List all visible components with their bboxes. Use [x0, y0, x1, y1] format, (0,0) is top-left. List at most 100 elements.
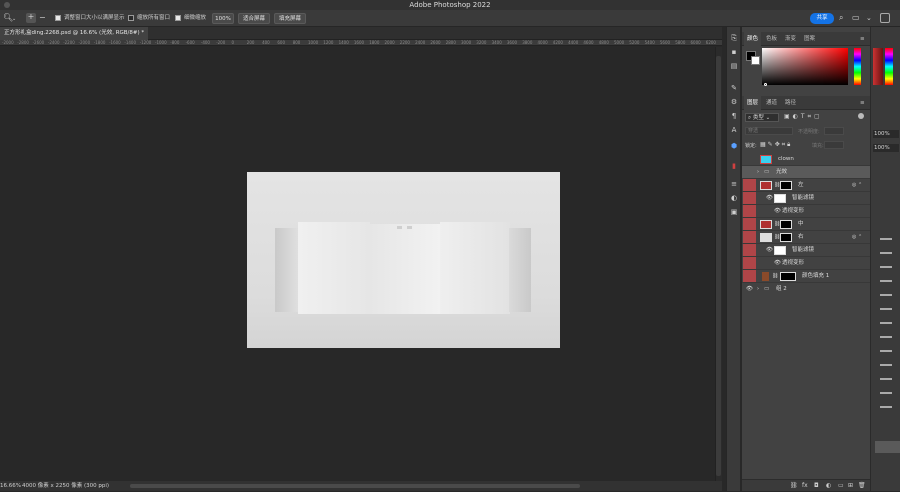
hue-slider-secondary[interactable] — [885, 48, 893, 85]
zoom-100-button[interactable]: 100% — [212, 13, 234, 24]
chevron-down-icon[interactable]: ⌄ — [866, 14, 872, 22]
tab-paths[interactable]: 路径 — [785, 96, 796, 110]
checkbox[interactable] — [175, 14, 181, 21]
eye-icon[interactable]: 👁︎ — [766, 244, 773, 257]
tab-layers[interactable]: 图层 — [744, 96, 762, 110]
new-group-icon[interactable]: ▭ — [838, 480, 844, 492]
libraries-icon[interactable]: ▤ — [729, 61, 739, 71]
delete-layer-icon[interactable]: 🗑︎ — [858, 480, 866, 492]
window-control-icon[interactable] — [4, 2, 10, 8]
adjustment-layer-icon[interactable]: ◐ — [826, 480, 831, 492]
document-canvas[interactable] — [247, 172, 560, 348]
layer-row[interactable]: 👁︎ 透视变形 — [742, 257, 870, 270]
vertical-scroll-thumb[interactable] — [716, 56, 721, 476]
folder-icon: ▭ — [764, 169, 770, 175]
folder-icon: ▭ — [764, 286, 770, 292]
scrubby-zoom-option[interactable]: 细微缩放 — [175, 14, 206, 23]
chevron-down-icon[interactable]: ⌄ — [12, 15, 16, 23]
adjustments-icon[interactable]: ◐ — [729, 193, 739, 203]
chevron-right-icon[interactable]: › — [757, 283, 759, 296]
zoom-all-windows-option[interactable]: 缩放所有窗口 — [128, 14, 170, 23]
ruler-tick-label: 5800 — [675, 40, 686, 45]
hue-slider[interactable] — [854, 48, 861, 85]
layers-panel-footer: ⛓ fx ◘ ◐ ▭ ⊞ 🗑︎ — [742, 479, 870, 491]
ruler-tick-label: 400 — [262, 40, 270, 45]
document-tab[interactable]: 正方形礼盒ding.2268.psd @ 16.6% (光效, RGB/8#) … — [0, 27, 149, 40]
ruler-tick-label: -800 — [170, 40, 180, 45]
horizontal-scroll-thumb[interactable] — [130, 484, 580, 488]
tab-channels[interactable]: 通道 — [766, 96, 777, 110]
fx-icon[interactable]: fx — [802, 480, 808, 492]
search-icon[interactable]: ⌕ — [839, 14, 843, 22]
eye-icon[interactable]: 👁︎ — [766, 192, 773, 205]
ruler-tick-label: 1800 — [369, 40, 380, 45]
tab-patterns[interactable]: 图案 — [804, 32, 815, 46]
filter-toggle-icon[interactable] — [858, 113, 864, 119]
background-color-swatch[interactable] — [751, 56, 760, 65]
fit-screen-button[interactable]: 适合屏幕 — [238, 13, 270, 24]
layer-filter-kind[interactable]: ⌕ 类型 ⌄ — [745, 113, 779, 122]
lock-icons[interactable]: ▦✎✥⌗🔒︎ — [760, 141, 792, 149]
ruler-tick-label: -2600 — [32, 40, 45, 45]
effects-icon[interactable]: ◎ ⌃ — [852, 179, 862, 192]
workspace-icon[interactable]: ▭ — [852, 14, 860, 22]
checkbox[interactable] — [55, 14, 61, 21]
settings-icon[interactable]: ⚙ — [729, 97, 739, 107]
tab-gradients[interactable]: 渐变 — [785, 32, 796, 46]
eye-icon[interactable]: 👁︎ — [774, 205, 781, 218]
cube-icon[interactable]: ⬢ — [729, 141, 739, 151]
tab-swatches[interactable]: 色板 — [766, 32, 777, 46]
layer-row[interactable]: › ▭ 光效 — [742, 166, 870, 179]
layer-row[interactable]: ⛓ 中 — [742, 218, 870, 231]
layer-filter-icons[interactable]: ▣◐T⌗▢ — [784, 113, 823, 121]
layer-row[interactable]: 👁︎ › ▭ 组 2 — [742, 283, 870, 296]
layer-row[interactable]: 👁︎ 透视变形 — [742, 205, 870, 218]
ruler-tick-label: 2600 — [430, 40, 441, 45]
character-icon[interactable]: A — [729, 125, 739, 135]
color-field-secondary[interactable] — [873, 48, 883, 85]
history-icon[interactable]: ⎘ — [729, 33, 739, 43]
ruler-tick-label: 1600 — [353, 40, 365, 45]
share-button[interactable]: 共享 — [810, 13, 834, 24]
color-field[interactable] — [762, 48, 848, 85]
menu-icon[interactable]: ≡ — [860, 32, 865, 46]
opacity-input[interactable] — [824, 127, 844, 135]
menu-icon[interactable]: ≡ — [860, 96, 865, 110]
tab-color[interactable]: 颜色 — [744, 32, 762, 46]
new-layer-icon[interactable]: ⊞ — [848, 480, 853, 492]
effects-icon[interactable]: ◎ ⌃ — [852, 231, 862, 244]
add-mask-icon[interactable]: ◘ — [814, 480, 819, 492]
resize-windows-option[interactable]: 调整窗口大小以满屏显示 — [55, 14, 125, 23]
image-icon[interactable]: ▣ — [729, 207, 739, 217]
panel-column: 颜色 色板 渐变 图案 ≡ 图层 通道 路径 ≡ ⌕ 类型 ⌄ ▣◐T⌗▢ 穿透… — [742, 27, 870, 491]
zoom-percent-field[interactable]: 100% — [873, 144, 899, 152]
sliders-icon[interactable]: ≡ — [729, 179, 739, 189]
zoom-out-icon[interactable]: − — [39, 14, 46, 22]
ruler-tick-label: -2000 — [2, 40, 14, 45]
chevron-right-icon[interactable]: › — [100, 481, 102, 491]
zoom-readout[interactable]: 16.66% — [0, 481, 21, 491]
layer-row[interactable]: 👁︎ 智能滤镜 — [742, 192, 870, 205]
properties-icon[interactable]: ▪ — [729, 47, 739, 57]
fill-screen-button[interactable]: 填充屏幕 — [274, 13, 306, 24]
zoom-in-icon[interactable]: + — [26, 13, 36, 23]
zoom-percent-field[interactable]: 100% — [873, 130, 899, 138]
brush-icon[interactable]: ✎ — [729, 83, 739, 93]
layer-row[interactable]: clown — [742, 153, 870, 166]
checkbox[interactable] — [128, 14, 134, 21]
color-picker-handle[interactable] — [764, 83, 767, 86]
plugin-icon[interactable]: ▮ — [729, 161, 739, 171]
blend-mode-select[interactable]: 穿透 — [745, 127, 793, 135]
eye-icon[interactable]: 👁︎ — [746, 283, 753, 296]
layer-row[interactable]: 👁︎ 智能滤镜 — [742, 244, 870, 257]
eye-icon[interactable]: 👁︎ — [774, 257, 781, 270]
chevron-right-icon[interactable]: › — [757, 166, 759, 179]
fill-input[interactable] — [824, 141, 844, 149]
layer-row[interactable]: ⛓ 颜色填充 1 — [742, 270, 870, 283]
left-box-front — [298, 222, 370, 314]
layer-row[interactable]: ⛓ 右 ◎ ⌃ — [742, 231, 870, 244]
arrange-icon[interactable] — [880, 13, 890, 23]
paragraph-icon[interactable]: ¶ — [729, 111, 739, 121]
link-layers-icon[interactable]: ⛓ — [790, 480, 798, 492]
layer-row[interactable]: ⛓ 左 ◎ ⌃ — [742, 179, 870, 192]
